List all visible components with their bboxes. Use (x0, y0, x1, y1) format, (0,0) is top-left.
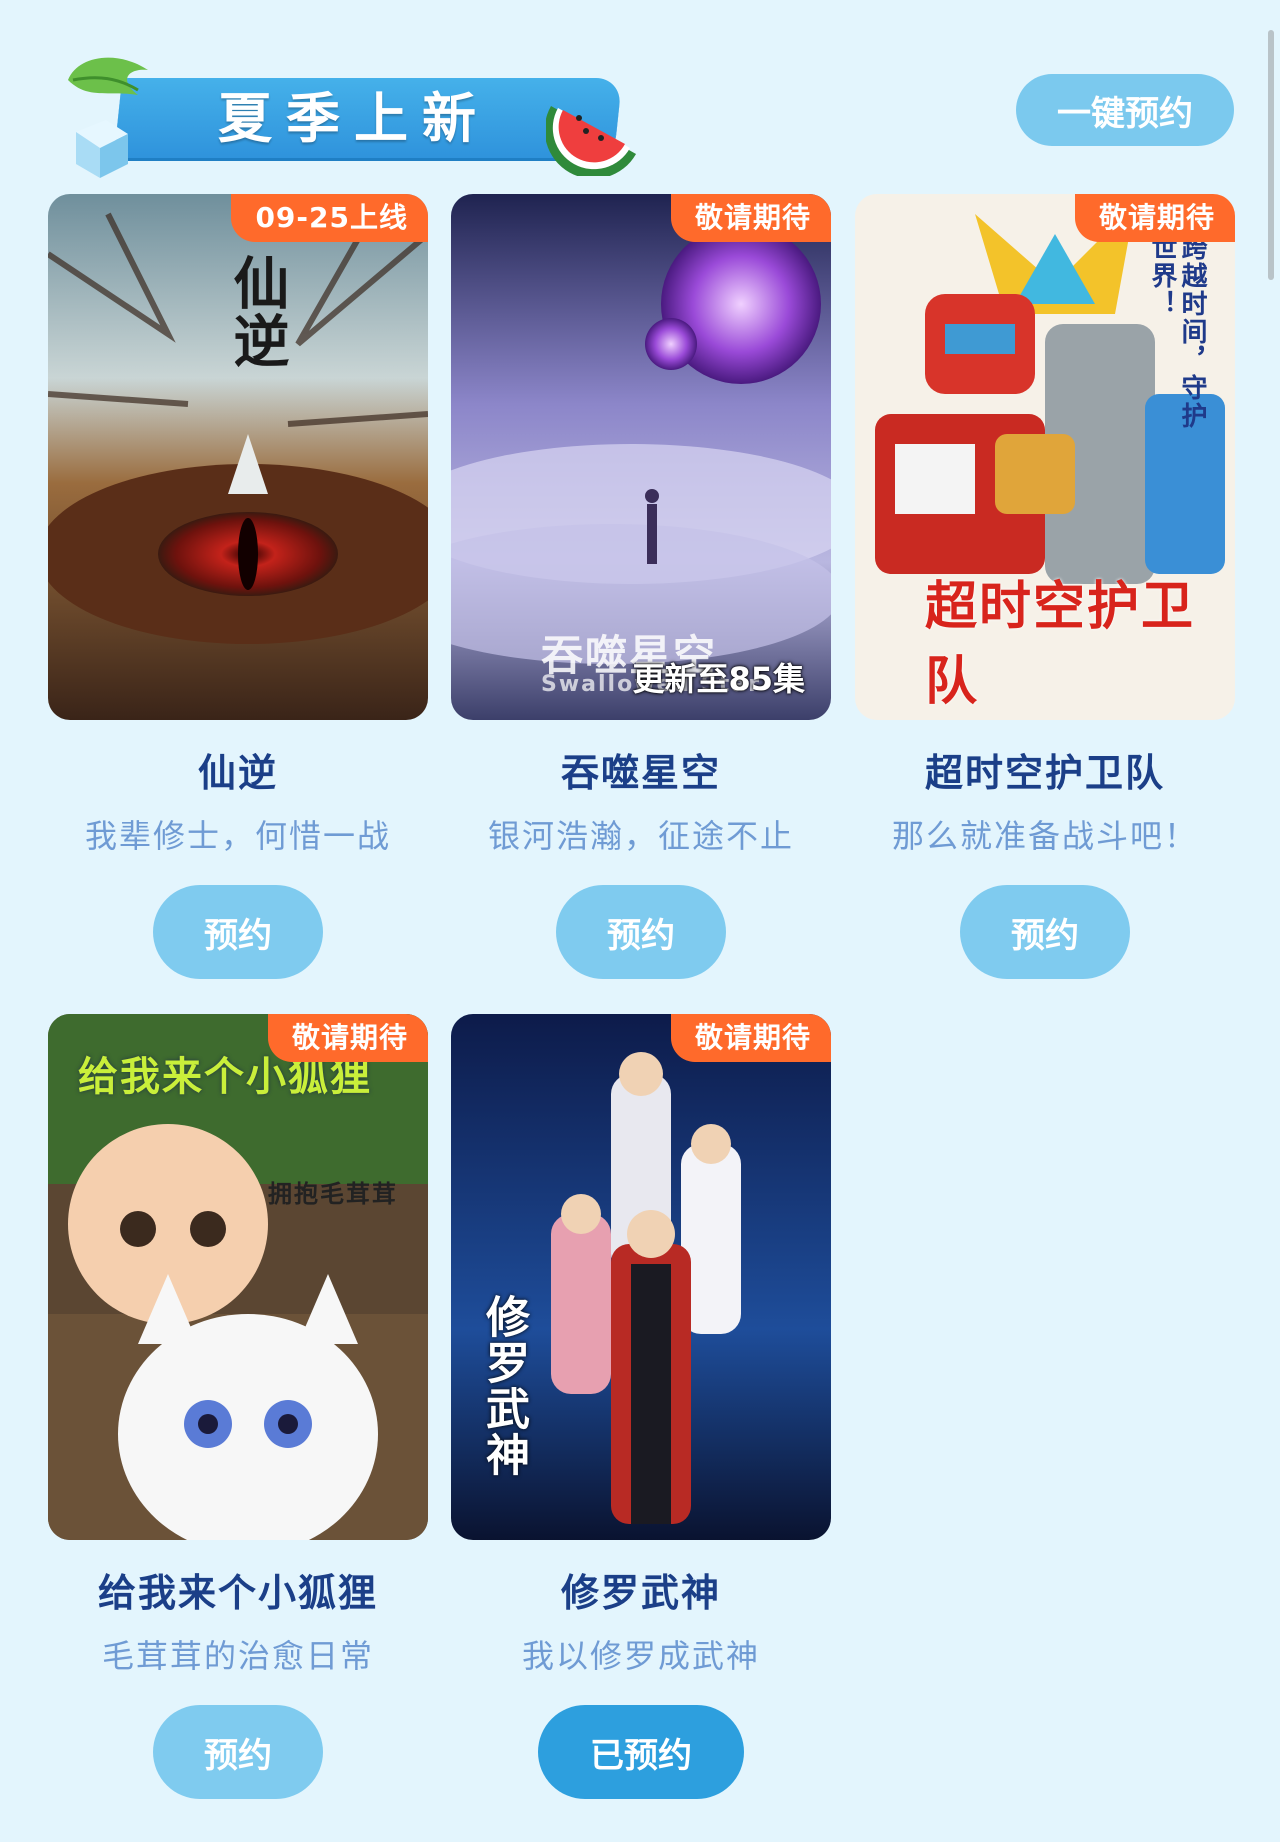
show-card[interactable]: 修罗武神 敬请期待 修罗武神 我以修罗成武神 已预约 (451, 1014, 831, 1799)
show-poster[interactable]: 吞噬星空 Swallowed Star 更新至85集 敬请期待 (451, 194, 831, 720)
reserve-all-button[interactable]: 一键预约 (1016, 74, 1234, 146)
section-title: 夏季上新 (218, 87, 490, 150)
show-title: 超时空护卫队 (924, 751, 1165, 795)
poster-logo: 修罗武神 (478, 1294, 529, 1478)
poster-logo: 仙逆 (224, 254, 289, 370)
reserve-button[interactable]: 预约 (556, 885, 726, 979)
watermelon-icon (546, 106, 636, 176)
episode-note: 更新至85集 (632, 660, 805, 698)
leaf-icon (68, 57, 148, 95)
show-title: 给我来个小狐狸 (97, 1571, 378, 1615)
show-subtitle: 毛茸茸的治愈日常 (101, 1637, 374, 1675)
show-card[interactable]: 跨越时间，守护世界！ 超时空护卫队 敬请期待 超时空护卫队 那么就准备战斗吧！ … (855, 194, 1235, 979)
show-subtitle: 那么就准备战斗吧！ (891, 817, 1198, 855)
show-title: 修罗武神 (560, 1571, 721, 1615)
release-badge: 敬请期待 (1074, 194, 1235, 242)
release-badge: 09-25上线 (231, 194, 428, 242)
release-badge: 敬请期待 (267, 1014, 428, 1062)
reserve-button[interactable]: 预约 (153, 1705, 323, 1799)
show-card[interactable]: 仙逆 09-25上线 仙逆 我辈修士，何惜一战 预约 (48, 194, 428, 979)
scrollbar[interactable] (1268, 30, 1274, 280)
show-title: 仙逆 (197, 751, 278, 795)
poster-logo: 超时空护卫队 (925, 577, 1196, 712)
show-subtitle: 银河浩瀚，征途不止 (487, 817, 794, 855)
show-poster[interactable]: 跨越时间，守护世界！ 超时空护卫队 敬请期待 (855, 194, 1235, 720)
show-card[interactable]: 吞噬星空 Swallowed Star 更新至85集 敬请期待 吞噬星空 银河浩… (451, 194, 831, 979)
show-subtitle: 我以修罗成武神 (521, 1637, 760, 1675)
release-badge: 敬请期待 (670, 1014, 831, 1062)
release-badge: 敬请期待 (670, 194, 831, 242)
show-poster[interactable]: 仙逆 09-25上线 (48, 194, 428, 720)
reserve-button[interactable]: 预约 (153, 885, 323, 979)
poster-sub: 拥抱毛茸茸 (268, 1180, 398, 1208)
reserve-button[interactable]: 预约 (960, 885, 1130, 979)
reserved-button[interactable]: 已预约 (538, 1705, 744, 1799)
section-header-banner: 夏季上新 (58, 50, 658, 178)
poster-tagline: 跨越时间，守护世界！ (1147, 234, 1207, 430)
show-subtitle: 我辈修士，何惜一战 (84, 817, 391, 855)
show-poster[interactable]: 给我来个小狐狸 拥抱毛茸茸 敬请期待 (48, 1014, 428, 1540)
ice-cube-icon (76, 120, 128, 178)
show-poster[interactable]: 修罗武神 敬请期待 (451, 1014, 831, 1540)
show-title: 吞噬星空 (560, 751, 721, 795)
show-card[interactable]: 给我来个小狐狸 拥抱毛茸茸 敬请期待 给我来个小狐狸 毛茸茸的治愈日常 预约 (48, 1014, 428, 1799)
